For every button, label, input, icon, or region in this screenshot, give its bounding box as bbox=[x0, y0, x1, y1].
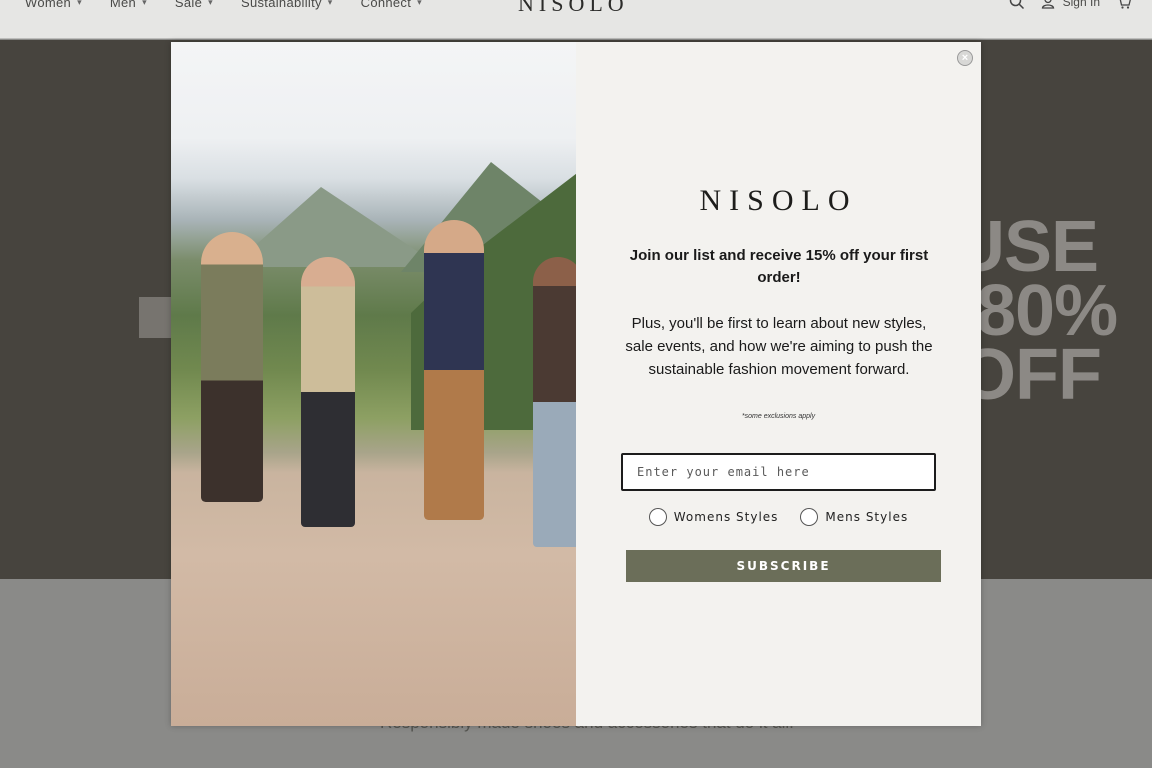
lifestyle-photo bbox=[171, 42, 576, 726]
nav-item-label: Women bbox=[25, 0, 72, 10]
nav-item-label: Sustainability bbox=[240, 0, 322, 10]
email-field[interactable] bbox=[621, 453, 936, 491]
nav-item-label: Sale bbox=[174, 0, 203, 10]
nav-utilities: Sign In bbox=[1009, 0, 1132, 10]
chevron-down-icon: ▾ bbox=[142, 0, 147, 7]
mens-styles-radio[interactable]: Mens Styles bbox=[800, 508, 908, 526]
womens-styles-radio[interactable]: Womens Styles bbox=[648, 508, 779, 526]
chevron-down-icon: ▾ bbox=[77, 0, 82, 7]
nav-item-women[interactable]: Women ▾ bbox=[25, 0, 82, 10]
main-nav-menu: Women ▾ Men ▾ Sale ▾ Sustainability ▾ Connec… bbox=[25, 0, 450, 10]
nav-item-men[interactable]: Men ▾ bbox=[110, 0, 147, 10]
exclusions-note: *some exclusions apply bbox=[741, 413, 816, 420]
radio-circle-icon bbox=[800, 508, 819, 526]
close-button[interactable]: × bbox=[957, 50, 973, 66]
close-icon: × bbox=[961, 51, 969, 64]
subscribe-button[interactable]: SUBSCRIBE bbox=[626, 550, 941, 582]
sign-in-label: Sign In bbox=[1062, 0, 1100, 9]
chevron-down-icon: ▾ bbox=[417, 0, 422, 7]
nav-item-label: Men bbox=[109, 0, 137, 10]
promo-line: OFF bbox=[960, 335, 1102, 415]
nav-item-connect[interactable]: Connect ▾ bbox=[361, 0, 422, 10]
radio-label: Womens Styles bbox=[673, 510, 779, 524]
promo-line: 80% bbox=[976, 271, 1118, 351]
brand-logo[interactable]: NISOLO bbox=[518, 0, 629, 17]
search-icon[interactable] bbox=[1009, 0, 1025, 10]
newsletter-modal: × NISOLO Join our list and receive 15% o… bbox=[171, 42, 981, 726]
radio-circle-icon bbox=[648, 508, 667, 526]
person-figure bbox=[301, 257, 355, 527]
person-figure bbox=[201, 232, 263, 502]
style-preference-group: Womens Styles Mens Styles bbox=[576, 508, 981, 526]
radio-label: Mens Styles bbox=[825, 510, 909, 524]
signup-form-panel: × NISOLO Join our list and receive 15% o… bbox=[576, 42, 981, 726]
person-figure bbox=[533, 257, 576, 547]
hero-promo-text: USE 80% OFF bbox=[953, 211, 1118, 415]
offer-description: Plus, you'll be first to learn about new… bbox=[625, 315, 933, 378]
chevron-down-icon: ▾ bbox=[327, 0, 333, 7]
offer-heading: Join our list and receive 15% off your f… bbox=[629, 247, 929, 286]
nav-item-sale[interactable]: Sale ▾ bbox=[175, 0, 213, 10]
modal-brand-logo: NISOLO bbox=[699, 184, 858, 217]
nav-item-label: Connect bbox=[360, 0, 412, 10]
person-figure bbox=[424, 220, 484, 520]
account-icon bbox=[1041, 0, 1055, 9]
nav-item-sustainability[interactable]: Sustainability ▾ bbox=[241, 0, 333, 10]
chevron-down-icon: ▾ bbox=[208, 0, 213, 7]
account-link[interactable]: Sign In bbox=[1041, 0, 1100, 9]
top-navbar: Women ▾ Men ▾ Sale ▾ Sustainability ▾ Connec… bbox=[0, 0, 1152, 39]
cart-icon[interactable] bbox=[1116, 0, 1132, 10]
